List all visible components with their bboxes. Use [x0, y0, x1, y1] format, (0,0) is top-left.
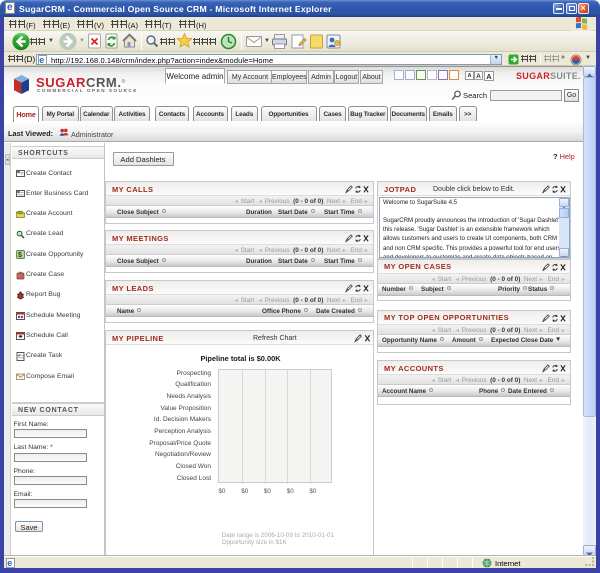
- svg-text:e: e: [39, 55, 44, 65]
- svg-text:e: e: [7, 558, 12, 568]
- svg-text:$: $: [18, 252, 22, 259]
